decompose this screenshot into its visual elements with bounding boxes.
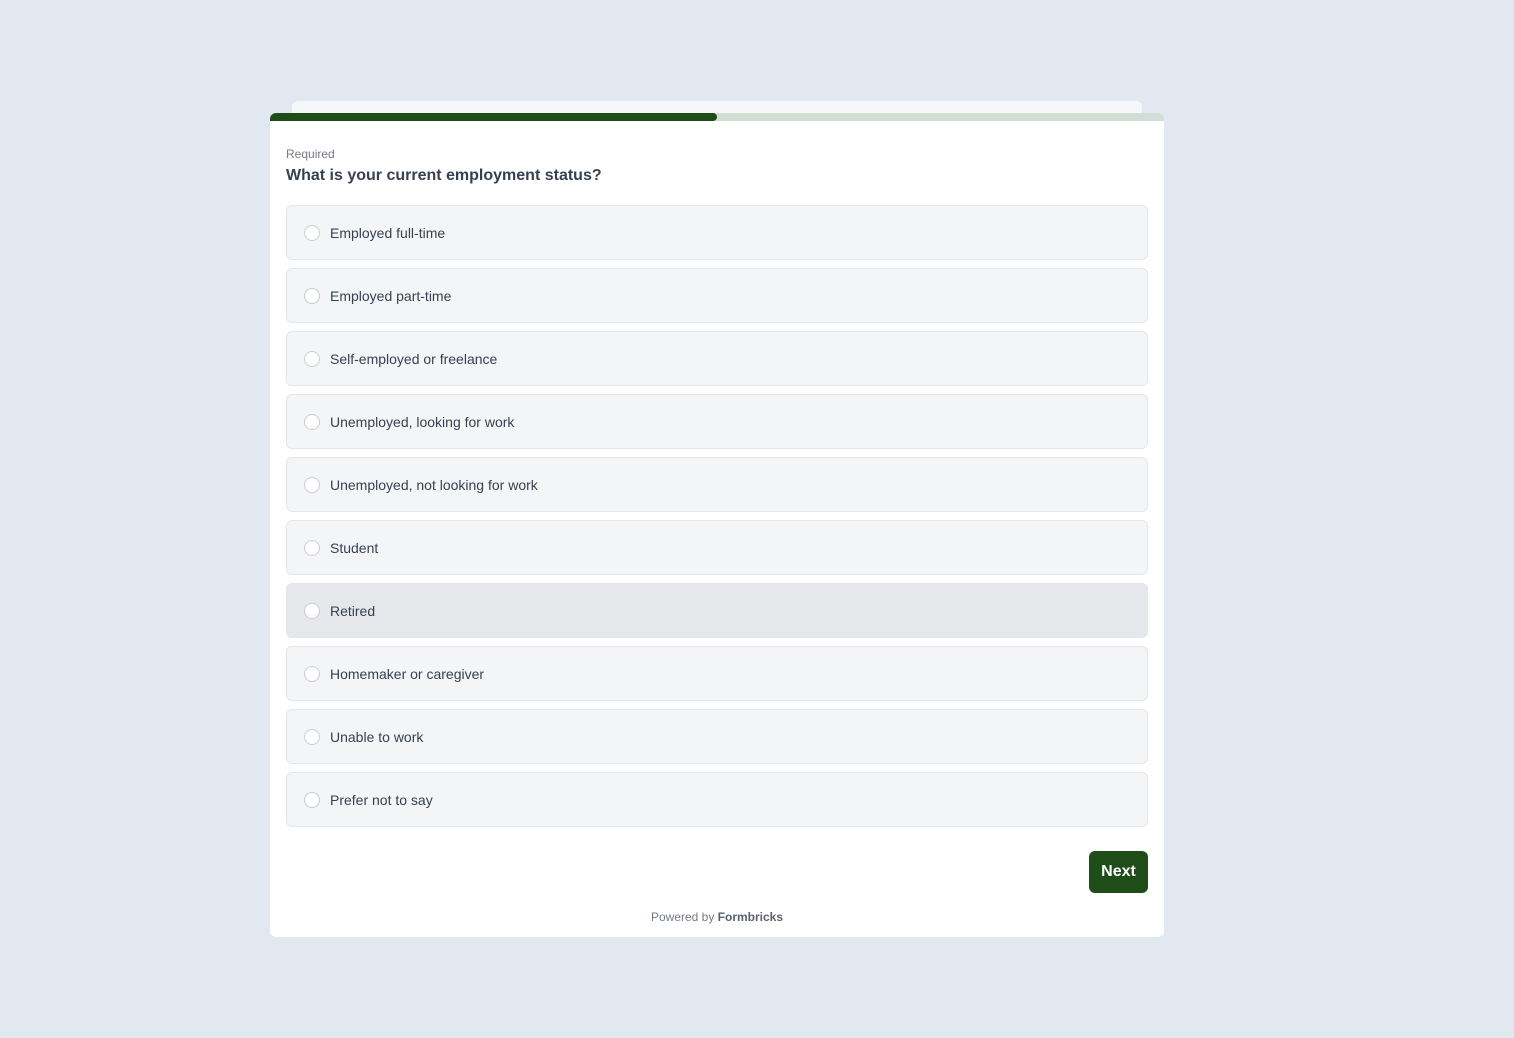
powered-by-prefix: Powered by <box>650 910 715 924</box>
radio-button[interactable] <box>304 224 320 241</box>
radio-button[interactable] <box>304 539 320 556</box>
option-student[interactable]: Student <box>286 520 1148 575</box>
options-list: Employed full-time Employed part-time Se… <box>286 205 1148 835</box>
required-label: Required <box>286 147 335 161</box>
progress-bar <box>270 113 1164 121</box>
option-label: Employed part-time <box>330 287 452 304</box>
option-self-employed[interactable]: Self-employed or freelance <box>286 331 1148 386</box>
question-title: What is your current employment status? <box>286 167 602 184</box>
option-label: Unemployed, looking for work <box>330 413 515 430</box>
option-label: Retired <box>330 602 376 619</box>
brand-name[interactable]: Formbricks <box>718 910 783 924</box>
powered-by-footer: Powered by Formbricks <box>270 910 1164 924</box>
survey-card: Required What is your current employment… <box>270 113 1164 937</box>
option-retired[interactable]: Retired <box>286 583 1148 638</box>
option-label: Self-employed or freelance <box>330 350 498 367</box>
radio-button[interactable] <box>304 665 320 682</box>
option-label: Unable to work <box>330 728 424 745</box>
option-prefer-not-to-say[interactable]: Prefer not to say <box>286 772 1148 827</box>
option-employed-full-time[interactable]: Employed full-time <box>286 205 1148 260</box>
option-employed-part-time[interactable]: Employed part-time <box>286 268 1148 323</box>
radio-button[interactable] <box>304 791 320 808</box>
progress-bar-fill <box>270 113 717 121</box>
radio-button[interactable] <box>304 287 320 304</box>
option-label: Unemployed, not looking for work <box>330 476 538 493</box>
radio-button[interactable] <box>304 728 320 745</box>
option-unemployed-not-looking[interactable]: Unemployed, not looking for work <box>286 457 1148 512</box>
option-label: Student <box>330 539 379 556</box>
option-unable-to-work[interactable]: Unable to work <box>286 709 1148 764</box>
radio-button[interactable] <box>304 602 320 619</box>
next-button[interactable]: Next <box>1089 851 1148 893</box>
option-label: Prefer not to say <box>330 791 433 808</box>
option-label: Homemaker or caregiver <box>330 665 485 682</box>
radio-button[interactable] <box>304 350 320 367</box>
radio-button[interactable] <box>304 476 320 493</box>
radio-button[interactable] <box>304 413 320 430</box>
option-homemaker[interactable]: Homemaker or caregiver <box>286 646 1148 701</box>
option-unemployed-looking[interactable]: Unemployed, looking for work <box>286 394 1148 449</box>
option-label: Employed full-time <box>330 224 446 241</box>
